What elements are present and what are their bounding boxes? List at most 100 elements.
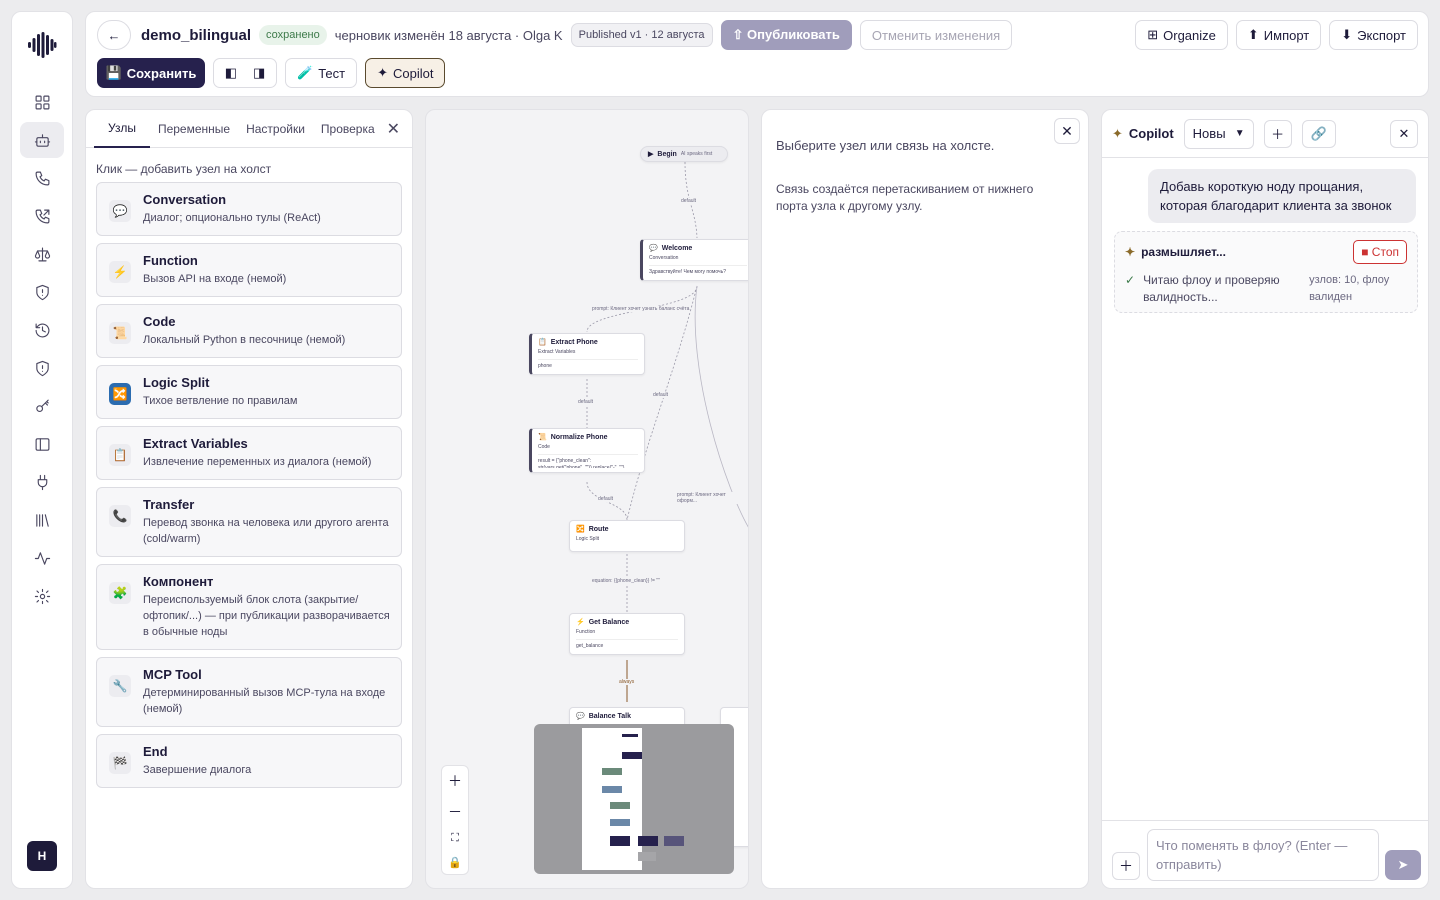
floppy-icon: 💾 — [105, 65, 122, 80]
panel-right-icon[interactable]: ◨ — [253, 65, 265, 81]
back-button[interactable]: ← — [97, 20, 131, 50]
node-card-component[interactable]: 🧩 Компонент Переиспользуемый блок слота (з… — [96, 564, 402, 650]
flow-node-get-balance[interactable]: ⚡ Get Balance Function get_balance — [569, 613, 685, 655]
activity-icon[interactable] — [20, 540, 64, 576]
phone-icon[interactable] — [20, 160, 64, 196]
flow-node-route[interactable]: 🔀 Route Logic Split — [569, 520, 685, 552]
scroll-icon: 📜 — [538, 434, 547, 441]
export-button[interactable]: ⬇ Экспорт — [1329, 20, 1418, 50]
copilot-input[interactable]: Что поменять в флоу? (Enter — отправить) — [1147, 829, 1379, 881]
node-card-desc: Вызов API на входе (немой) — [143, 273, 287, 285]
send-button[interactable]: ➤ — [1385, 850, 1421, 880]
edge-label[interactable]: prompt: Клиент хочет узнать баланс счёта — [591, 306, 691, 312]
shield-icon[interactable] — [20, 350, 64, 386]
save-button[interactable]: 💾 Сохранить — [97, 58, 205, 88]
tab-nodes[interactable]: Узлы — [94, 110, 150, 148]
edge-label[interactable]: equation: {{phone_clean}} != "" — [591, 578, 661, 584]
node-card-extract-variables[interactable]: 📋 Extract Variables Извлечение переменных … — [96, 426, 402, 480]
edge-label[interactable]: default — [652, 392, 670, 398]
copilot-panel: ✦ Copilot Новы ▼ ＋ 🔗 ✕ Добавь короткую но… — [1101, 109, 1429, 889]
sidebar-icon[interactable] — [20, 426, 64, 462]
inspector-panel: ✕ Выберите узел или связь на холсте. Свя… — [761, 109, 1089, 889]
session-select[interactable]: Новы ▼ — [1183, 118, 1254, 149]
library-icon[interactable] — [20, 502, 64, 538]
node-card-mcp-tool[interactable]: 🔧 MCP Tool Детерминированный вызов MCP-тул… — [96, 657, 402, 727]
flow-node-normalize-phone[interactable]: 📜 Normalize Phone Code result = {"phone_c… — [529, 428, 645, 473]
plus-icon: ＋ — [1119, 858, 1133, 874]
node-card-code[interactable]: 📜 Code Локальный Python в песочнице (немой… — [96, 304, 402, 358]
bot-icon[interactable] — [20, 122, 64, 158]
plug-icon[interactable] — [20, 464, 64, 500]
check-icon: ✓ — [1125, 273, 1136, 287]
edge-label[interactable]: always — [618, 679, 636, 685]
node-card-title: Logic Split — [143, 375, 210, 390]
node-card-transfer[interactable]: 📞 Transfer Перевод звонка на человека или … — [96, 487, 402, 557]
dashboard-icon[interactable] — [20, 84, 64, 120]
close-copilot-button[interactable]: ✕ — [1390, 119, 1418, 148]
organize-button[interactable]: ⊞ Organize — [1135, 20, 1228, 50]
shield-alert-icon[interactable] — [20, 274, 64, 310]
node-card-desc: Извлечение переменных из диалога (немой) — [143, 456, 372, 468]
settings-icon[interactable] — [20, 578, 64, 614]
panel-left-icon[interactable]: ◧ — [225, 65, 237, 81]
phone-outgoing-icon[interactable] — [20, 198, 64, 234]
zoom-in-icon[interactable]: ＋ — [448, 771, 462, 791]
flow-title[interactable]: demo_bilingual — [141, 27, 251, 44]
panel-toggle-group: ◧ ◨ — [213, 58, 277, 88]
arrow-left-icon: ← — [107, 27, 121, 43]
add-attachment-button[interactable]: ＋ — [1112, 852, 1140, 880]
edge-label[interactable]: default — [577, 399, 595, 405]
node-palette: 💬 Conversation Диалог; опционально тулы (R… — [86, 182, 412, 788]
edge-label[interactable]: default — [680, 198, 698, 204]
import-button[interactable]: ⬆ Импорт — [1235, 20, 1322, 50]
link-icon: 🔗 — [1310, 125, 1327, 141]
shuffle-icon: 🔀 — [576, 526, 585, 533]
inspector-hint-text: Связь создаётся перетаскиванием от нижне… — [776, 182, 1034, 213]
minimap[interactable] — [534, 724, 734, 874]
minimap-viewport[interactable] — [582, 728, 642, 870]
node-card-desc: Локальный Python в песочнице (немой) — [143, 334, 346, 346]
edge-label[interactable]: default — [597, 496, 615, 502]
published-badge: Published v1 · 12 августа — [570, 23, 713, 47]
zoom-out-icon[interactable]: － — [448, 802, 462, 822]
clipboard-icon: 📋 — [109, 444, 131, 466]
node-card-logic-split[interactable]: 🔀 Logic Split Тихое ветвление по правилам — [96, 365, 402, 419]
node-card-end[interactable]: 🏁 End Завершение диалога — [96, 734, 402, 788]
attach-button[interactable]: 🔗 — [1301, 119, 1336, 148]
node-card-desc: Переиспользуемый блок слота (закрытие/оф… — [143, 594, 390, 638]
close-icon[interactable]: ✕ — [387, 119, 400, 139]
brand-logo[interactable] — [27, 30, 57, 60]
flow-node-welcome[interactable]: 💬 Welcome Conversation Здравствуйте! Чем … — [640, 239, 748, 281]
close-icon: ✕ — [1398, 125, 1410, 141]
tab-validation[interactable]: Проверка — [313, 110, 383, 148]
history-icon[interactable] — [20, 312, 64, 348]
copilot-title: Copilot — [1128, 126, 1174, 141]
publish-button[interactable]: ⇧ Опубликовать — [720, 20, 852, 50]
lock-icon[interactable]: 🔒 — [448, 856, 462, 869]
flow-canvas[interactable]: ▶ Begin AI speaks first default 💬 Welcome C… — [425, 109, 749, 889]
fit-view-icon[interactable]: ⛶ — [451, 832, 459, 845]
key-icon[interactable] — [20, 388, 64, 424]
stop-button[interactable]: ■ Стоп — [1353, 240, 1407, 264]
revert-button[interactable]: Отменить изменения — [859, 20, 1013, 50]
panel-tabs: Узлы Переменные Настройки Проверка ✕ — [86, 110, 412, 148]
editor-header: ← demo_bilingual сохранено черновик изме… — [85, 11, 1429, 97]
node-card-conversation[interactable]: 💬 Conversation Диалог; опционально тулы (R… — [96, 182, 402, 236]
tab-settings[interactable]: Настройки — [238, 110, 313, 148]
edge-label[interactable]: prompt: Клиент хочет оформ... — [676, 492, 748, 504]
test-button[interactable]: 🧪 Тест — [285, 58, 358, 88]
tab-variables[interactable]: Переменные — [150, 110, 238, 148]
node-card-function[interactable]: ⚡ Function Вызов API на входе (немой) — [96, 243, 402, 297]
new-session-button[interactable]: ＋ — [1263, 119, 1292, 148]
flow-node-begin[interactable]: ▶ Begin AI speaks first — [640, 146, 728, 162]
play-icon: ▶ — [648, 151, 654, 158]
scale-icon[interactable] — [20, 236, 64, 272]
minimap-node — [664, 836, 684, 846]
thinking-block: ✦ размышляет... ■ Стоп ✓ Читаю флоу и пр… — [1114, 231, 1418, 313]
close-icon[interactable]: ✕ — [1054, 118, 1080, 144]
user-avatar[interactable]: H — [27, 841, 57, 871]
flow-node-extract-phone[interactable]: 📋 Extract Phone Extract Variables phone — [529, 333, 645, 375]
copilot-toggle-button[interactable]: ✦ Copilot — [365, 58, 446, 88]
bolt-icon: ⚡ — [576, 619, 585, 626]
test-tube-icon: 🧪 — [297, 65, 314, 80]
